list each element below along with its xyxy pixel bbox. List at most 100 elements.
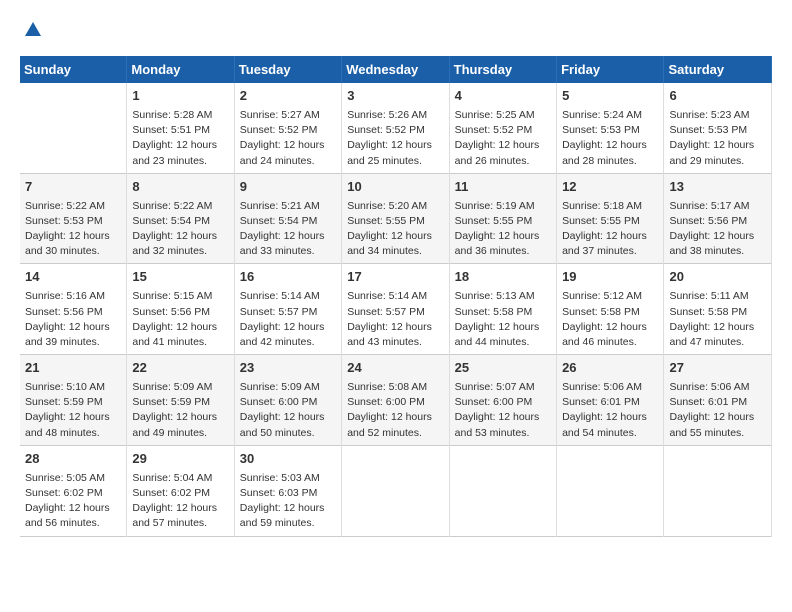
day-number: 18 bbox=[455, 268, 551, 287]
calendar-cell: 4 Sunrise: 5:25 AM Sunset: 5:52 PM Daylig… bbox=[449, 83, 556, 173]
day-number: 30 bbox=[240, 450, 336, 469]
calendar-cell: 22 Sunrise: 5:09 AM Sunset: 5:59 PM Dayli… bbox=[127, 355, 234, 446]
day-info: Sunrise: 5:27 AM Sunset: 5:52 PM Dayligh… bbox=[240, 108, 336, 169]
day-number: 14 bbox=[25, 268, 121, 287]
day-info: Sunrise: 5:14 AM Sunset: 5:57 PM Dayligh… bbox=[347, 289, 443, 350]
calendar-cell: 28 Sunrise: 5:05 AM Sunset: 6:02 PM Dayli… bbox=[20, 445, 127, 536]
column-header-wednesday: Wednesday bbox=[342, 56, 449, 83]
day-number: 19 bbox=[562, 268, 658, 287]
logo-icon bbox=[23, 20, 43, 40]
calendar-cell: 3 Sunrise: 5:26 AM Sunset: 5:52 PM Daylig… bbox=[342, 83, 449, 173]
day-info: Sunrise: 5:10 AM Sunset: 5:59 PM Dayligh… bbox=[25, 380, 121, 441]
day-number: 9 bbox=[240, 178, 336, 197]
day-info: Sunrise: 5:12 AM Sunset: 5:58 PM Dayligh… bbox=[562, 289, 658, 350]
day-number: 3 bbox=[347, 87, 443, 106]
day-number: 12 bbox=[562, 178, 658, 197]
day-info: Sunrise: 5:06 AM Sunset: 6:01 PM Dayligh… bbox=[562, 380, 658, 441]
day-number: 21 bbox=[25, 359, 121, 378]
day-number: 6 bbox=[669, 87, 766, 106]
calendar-cell: 16 Sunrise: 5:14 AM Sunset: 5:57 PM Dayli… bbox=[234, 264, 341, 355]
calendar-cell: 13 Sunrise: 5:17 AM Sunset: 5:56 PM Dayli… bbox=[664, 173, 772, 264]
week-row-3: 14 Sunrise: 5:16 AM Sunset: 5:56 PM Dayli… bbox=[20, 264, 772, 355]
calendar-cell: 29 Sunrise: 5:04 AM Sunset: 6:02 PM Dayli… bbox=[127, 445, 234, 536]
week-row-1: 1 Sunrise: 5:28 AM Sunset: 5:51 PM Daylig… bbox=[20, 83, 772, 173]
calendar-cell bbox=[342, 445, 449, 536]
calendar-cell bbox=[20, 83, 127, 173]
day-number: 11 bbox=[455, 178, 551, 197]
day-number: 7 bbox=[25, 178, 121, 197]
calendar-cell: 24 Sunrise: 5:08 AM Sunset: 6:00 PM Dayli… bbox=[342, 355, 449, 446]
calendar-cell: 27 Sunrise: 5:06 AM Sunset: 6:01 PM Dayli… bbox=[664, 355, 772, 446]
calendar-cell: 12 Sunrise: 5:18 AM Sunset: 5:55 PM Dayli… bbox=[557, 173, 664, 264]
column-header-monday: Monday bbox=[127, 56, 234, 83]
calendar-cell: 25 Sunrise: 5:07 AM Sunset: 6:00 PM Dayli… bbox=[449, 355, 556, 446]
day-info: Sunrise: 5:04 AM Sunset: 6:02 PM Dayligh… bbox=[132, 471, 228, 532]
day-info: Sunrise: 5:14 AM Sunset: 5:57 PM Dayligh… bbox=[240, 289, 336, 350]
day-number: 4 bbox=[455, 87, 551, 106]
calendar-cell: 26Sunrise: 5:06 AM Sunset: 6:01 PM Dayli… bbox=[557, 355, 664, 446]
calendar-body: 1 Sunrise: 5:28 AM Sunset: 5:51 PM Daylig… bbox=[20, 83, 772, 536]
calendar-header: SundayMondayTuesdayWednesdayThursdayFrid… bbox=[20, 56, 772, 83]
day-info: Sunrise: 5:05 AM Sunset: 6:02 PM Dayligh… bbox=[25, 471, 121, 532]
calendar-cell bbox=[449, 445, 556, 536]
calendar-cell: 19 Sunrise: 5:12 AM Sunset: 5:58 PM Dayli… bbox=[557, 264, 664, 355]
calendar-cell: 30 Sunrise: 5:03 AM Sunset: 6:03 PM Dayli… bbox=[234, 445, 341, 536]
calendar-cell bbox=[557, 445, 664, 536]
day-number: 25 bbox=[455, 359, 551, 378]
week-row-2: 7 Sunrise: 5:22 AM Sunset: 5:53 PM Daylig… bbox=[20, 173, 772, 264]
day-number: 15 bbox=[132, 268, 228, 287]
column-header-thursday: Thursday bbox=[449, 56, 556, 83]
column-header-tuesday: Tuesday bbox=[234, 56, 341, 83]
day-info: Sunrise: 5:17 AM Sunset: 5:56 PM Dayligh… bbox=[669, 199, 766, 260]
day-info: Sunrise: 5:15 AM Sunset: 5:56 PM Dayligh… bbox=[132, 289, 228, 350]
calendar-cell: 20Sunrise: 5:11 AM Sunset: 5:58 PM Dayli… bbox=[664, 264, 772, 355]
day-info: Sunrise: 5:26 AM Sunset: 5:52 PM Dayligh… bbox=[347, 108, 443, 169]
day-info: Sunrise: 5:03 AM Sunset: 6:03 PM Dayligh… bbox=[240, 471, 336, 532]
day-number: 23 bbox=[240, 359, 336, 378]
day-number: 16 bbox=[240, 268, 336, 287]
day-info: Sunrise: 5:28 AM Sunset: 5:51 PM Dayligh… bbox=[132, 108, 228, 169]
day-info: Sunrise: 5:07 AM Sunset: 6:00 PM Dayligh… bbox=[455, 380, 551, 441]
day-number: 5 bbox=[562, 87, 658, 106]
day-number: 24 bbox=[347, 359, 443, 378]
day-number: 28 bbox=[25, 450, 121, 469]
calendar-cell: 8Sunrise: 5:22 AM Sunset: 5:54 PM Daylig… bbox=[127, 173, 234, 264]
calendar-cell bbox=[664, 445, 772, 536]
day-info: Sunrise: 5:16 AM Sunset: 5:56 PM Dayligh… bbox=[25, 289, 121, 350]
day-info: Sunrise: 5:20 AM Sunset: 5:55 PM Dayligh… bbox=[347, 199, 443, 260]
day-number: 1 bbox=[132, 87, 228, 106]
calendar-cell: 23 Sunrise: 5:09 AM Sunset: 6:00 PM Dayli… bbox=[234, 355, 341, 446]
calendar-cell: 7 Sunrise: 5:22 AM Sunset: 5:53 PM Daylig… bbox=[20, 173, 127, 264]
day-number: 29 bbox=[132, 450, 228, 469]
calendar-cell: 17Sunrise: 5:14 AM Sunset: 5:57 PM Dayli… bbox=[342, 264, 449, 355]
day-info: Sunrise: 5:13 AM Sunset: 5:58 PM Dayligh… bbox=[455, 289, 551, 350]
day-info: Sunrise: 5:22 AM Sunset: 5:53 PM Dayligh… bbox=[25, 199, 121, 260]
day-info: Sunrise: 5:08 AM Sunset: 6:00 PM Dayligh… bbox=[347, 380, 443, 441]
day-info: Sunrise: 5:25 AM Sunset: 5:52 PM Dayligh… bbox=[455, 108, 551, 169]
calendar-table: SundayMondayTuesdayWednesdayThursdayFrid… bbox=[20, 56, 772, 537]
day-number: 13 bbox=[669, 178, 766, 197]
logo bbox=[20, 20, 43, 40]
calendar-cell: 5 Sunrise: 5:24 AM Sunset: 5:53 PM Daylig… bbox=[557, 83, 664, 173]
week-row-4: 21 Sunrise: 5:10 AM Sunset: 5:59 PM Dayli… bbox=[20, 355, 772, 446]
page-header bbox=[20, 20, 772, 40]
calendar-cell: 15 Sunrise: 5:15 AM Sunset: 5:56 PM Dayli… bbox=[127, 264, 234, 355]
day-info: Sunrise: 5:11 AM Sunset: 5:58 PM Dayligh… bbox=[669, 289, 766, 350]
day-number: 10 bbox=[347, 178, 443, 197]
day-info: Sunrise: 5:18 AM Sunset: 5:55 PM Dayligh… bbox=[562, 199, 658, 260]
day-info: Sunrise: 5:06 AM Sunset: 6:01 PM Dayligh… bbox=[669, 380, 766, 441]
day-info: Sunrise: 5:23 AM Sunset: 5:53 PM Dayligh… bbox=[669, 108, 766, 169]
day-info: Sunrise: 5:21 AM Sunset: 5:54 PM Dayligh… bbox=[240, 199, 336, 260]
day-info: Sunrise: 5:09 AM Sunset: 5:59 PM Dayligh… bbox=[132, 380, 228, 441]
day-info: Sunrise: 5:09 AM Sunset: 6:00 PM Dayligh… bbox=[240, 380, 336, 441]
day-info: Sunrise: 5:24 AM Sunset: 5:53 PM Dayligh… bbox=[562, 108, 658, 169]
logo-text bbox=[20, 20, 43, 40]
calendar-cell: 18 Sunrise: 5:13 AM Sunset: 5:58 PM Dayli… bbox=[449, 264, 556, 355]
calendar-cell: 6 Sunrise: 5:23 AM Sunset: 5:53 PM Daylig… bbox=[664, 83, 772, 173]
day-info: Sunrise: 5:22 AM Sunset: 5:54 PM Dayligh… bbox=[132, 199, 228, 260]
day-number: 27 bbox=[669, 359, 766, 378]
calendar-cell: 21 Sunrise: 5:10 AM Sunset: 5:59 PM Dayli… bbox=[20, 355, 127, 446]
day-info: Sunrise: 5:19 AM Sunset: 5:55 PM Dayligh… bbox=[455, 199, 551, 260]
column-header-sunday: Sunday bbox=[20, 56, 127, 83]
day-number: 22 bbox=[132, 359, 228, 378]
